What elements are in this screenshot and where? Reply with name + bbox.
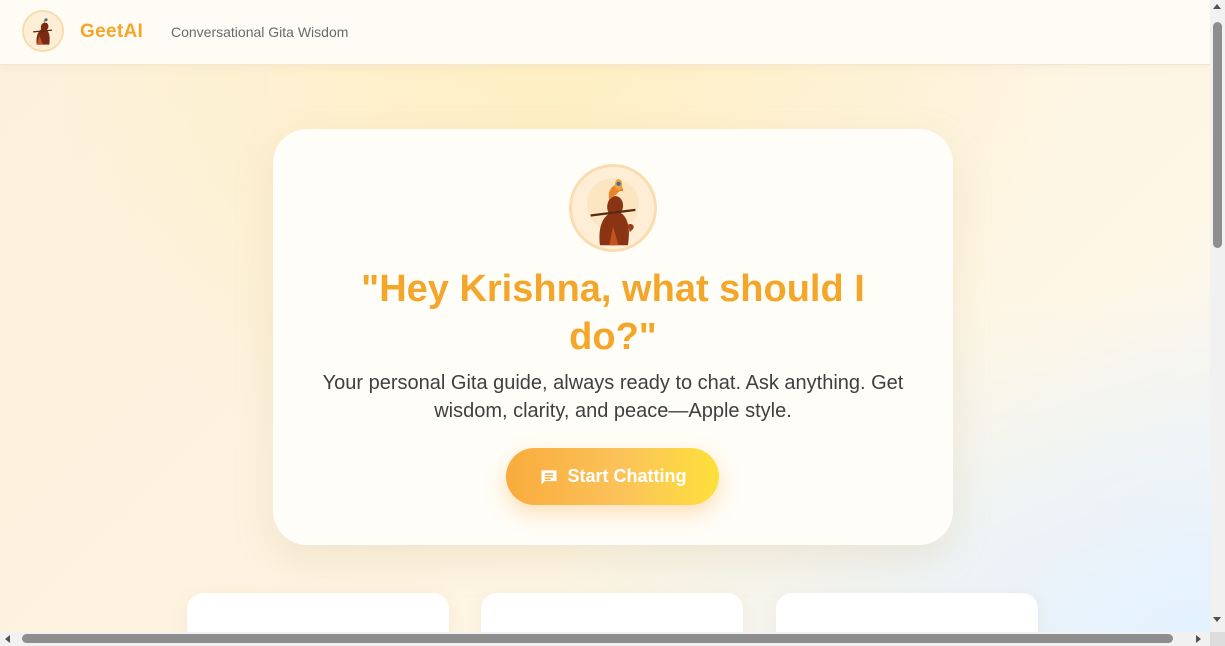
hero-subtext: Your personal Gita guide, always ready t… bbox=[322, 372, 904, 422]
krishna-logo-icon[interactable] bbox=[22, 10, 64, 52]
krishna-avatar-icon bbox=[569, 164, 657, 252]
scroll-up-arrow-icon[interactable] bbox=[1213, 4, 1221, 9]
brand-tagline: Conversational Gita Wisdom bbox=[171, 24, 349, 40]
scroll-left-arrow-icon[interactable] bbox=[5, 635, 10, 643]
horizontal-scrollbar[interactable] bbox=[0, 632, 1210, 646]
scrollbar-corner bbox=[1210, 632, 1225, 646]
brand-name[interactable]: GeetAI bbox=[80, 21, 143, 43]
feature-card bbox=[481, 593, 743, 632]
page-viewport: GeetAI Conversational Gita Wisdom "Hey K… bbox=[0, 0, 1210, 632]
start-chatting-label: Start Chatting bbox=[567, 466, 687, 486]
chat-icon bbox=[539, 467, 559, 487]
feature-card bbox=[776, 593, 1038, 632]
scroll-down-arrow-icon[interactable] bbox=[1213, 617, 1221, 622]
scroll-right-arrow-icon[interactable] bbox=[1196, 635, 1201, 643]
hero-headline: "Hey Krishna, what should I do?" bbox=[361, 268, 865, 358]
top-header: GeetAI Conversational Gita Wisdom bbox=[0, 0, 1210, 65]
vertical-scrollbar[interactable] bbox=[1210, 0, 1225, 632]
vertical-scroll-thumb[interactable] bbox=[1213, 22, 1222, 248]
start-chatting-button[interactable]: Start Chatting bbox=[506, 448, 719, 505]
horizontal-scroll-thumb[interactable] bbox=[22, 634, 1173, 643]
hero-card: "Hey Krishna, what should I do?" Your pe… bbox=[273, 129, 953, 545]
feature-card bbox=[187, 593, 449, 632]
